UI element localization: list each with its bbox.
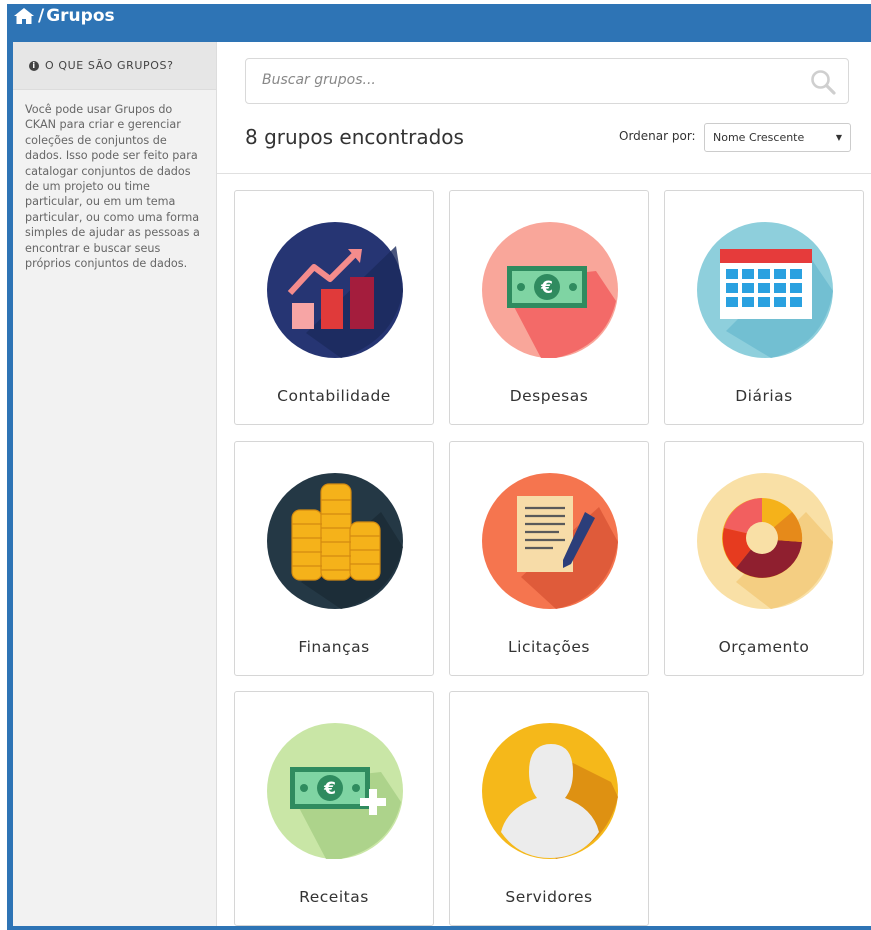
chart-growth-icon (267, 222, 403, 358)
svg-text:€: € (323, 779, 336, 799)
main-panel: 8 grupos encontrados Ordenar por: Nome C… (217, 42, 871, 926)
calendar-icon (697, 222, 833, 358)
group-label: Receitas (299, 888, 369, 906)
group-label: Finanças (298, 638, 370, 656)
dropdown-arrow-icon: ▼ (835, 133, 842, 142)
sort-selected-value: Nome Crescente (713, 131, 805, 144)
group-label: Diárias (735, 387, 793, 405)
divider (217, 173, 871, 174)
group-card-diarias[interactable]: Diárias (664, 190, 864, 425)
group-card-despesas[interactable]: € Despesas (449, 190, 649, 425)
group-label: Licitações (508, 638, 590, 656)
sidebar-description: Você pode usar Grupos do CKAN para criar… (25, 103, 200, 271)
svg-text:€: € (540, 278, 553, 298)
breadcrumb: / Grupos (13, 6, 115, 26)
sidebar-heading-text: O QUE SÃO GRUPOS? (45, 59, 174, 72)
sort-select[interactable]: Nome Crescente ▼ (704, 123, 851, 152)
group-card-orcamento[interactable]: Orçamento (664, 441, 864, 676)
group-label: Servidores (505, 888, 593, 906)
sidebar: i O QUE SÃO GRUPOS? Você pode usar Grupo… (13, 42, 217, 926)
group-card-servidores[interactable]: Servidores (449, 691, 649, 926)
search-box (245, 58, 849, 104)
group-label: Orçamento (718, 638, 810, 656)
euro-banknote-icon: € (482, 222, 618, 358)
group-card-licitacoes[interactable]: Licitações (449, 441, 649, 676)
group-card-contabilidade[interactable]: Contabilidade (234, 190, 434, 425)
coin-stacks-icon (267, 473, 403, 609)
document-pen-icon (482, 473, 618, 609)
group-card-financas[interactable]: Finanças (234, 441, 434, 676)
content-area: i O QUE SÃO GRUPOS? Você pode usar Grupo… (13, 42, 871, 926)
search-icon[interactable] (808, 67, 838, 97)
info-circle-icon: i (29, 60, 39, 71)
group-card-receitas[interactable]: € Receitas (234, 691, 434, 926)
person-silhouette-icon (482, 723, 618, 859)
results-count: 8 grupos encontrados (245, 125, 464, 149)
home-icon[interactable] (13, 6, 35, 26)
search-input[interactable] (260, 71, 784, 89)
group-label: Contabilidade (277, 387, 391, 405)
header-bar: / Grupos (7, 4, 871, 42)
group-label: Despesas (509, 387, 589, 405)
page-title[interactable]: Grupos (46, 6, 114, 26)
breadcrumb-separator: / (38, 6, 45, 26)
sort-label: Ordenar por: (619, 129, 696, 143)
euro-banknote-plus-icon: € (267, 723, 403, 859)
donut-chart-icon (697, 473, 833, 609)
sidebar-heading: i O QUE SÃO GRUPOS? (13, 42, 216, 90)
